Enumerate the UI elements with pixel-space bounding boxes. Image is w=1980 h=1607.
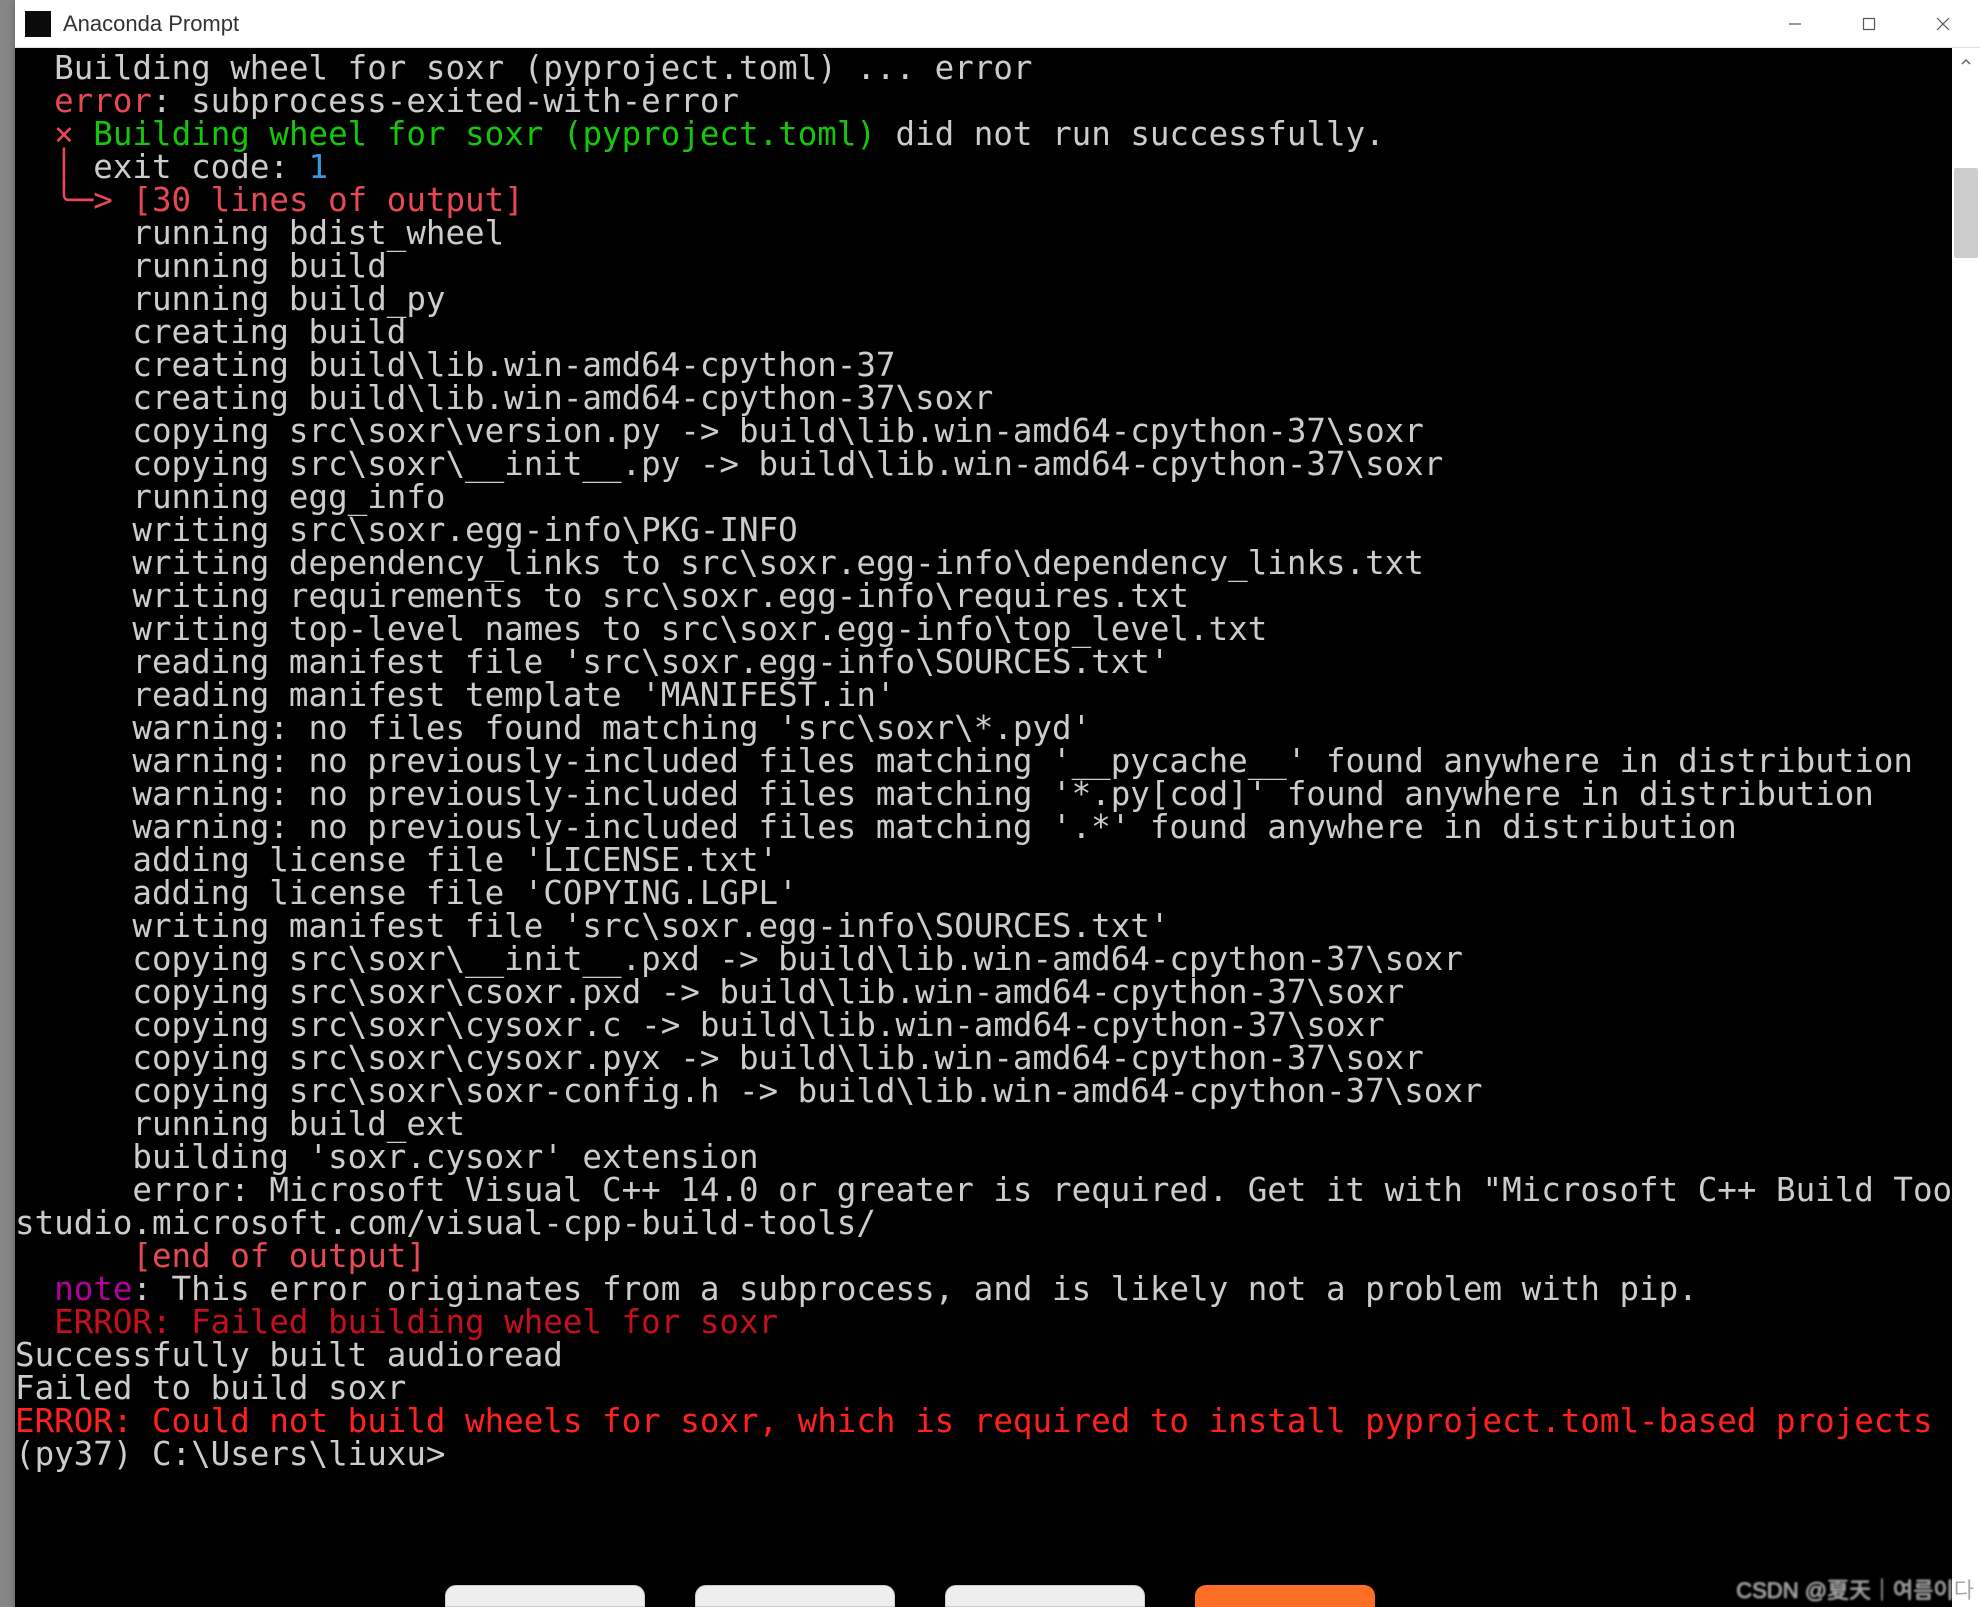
scroll-thumb[interactable] <box>1954 168 1978 258</box>
close-icon <box>1935 16 1951 32</box>
terminal-output[interactable]: Building wheel for soxr (pyproject.toml)… <box>15 48 1952 1607</box>
window-controls <box>1758 0 1980 47</box>
maximize-icon <box>1861 16 1877 32</box>
minimize-icon <box>1787 16 1803 32</box>
window-title: Anaconda Prompt <box>63 11 239 37</box>
maximize-button[interactable] <box>1832 0 1906 47</box>
anaconda-prompt-window: Anaconda Prompt Building wheel for soxr … <box>15 0 1980 1607</box>
app-icon <box>25 11 51 37</box>
scroll-up-arrow[interactable] <box>1952 48 1980 76</box>
minimize-button[interactable] <box>1758 0 1832 47</box>
scrollbar[interactable] <box>1952 48 1980 1607</box>
chevron-up-icon <box>1960 56 1972 68</box>
titlebar[interactable]: Anaconda Prompt <box>15 0 1980 48</box>
close-button[interactable] <box>1906 0 1980 47</box>
watermark: CSDN @夏天｜여름이다 <box>1736 1573 1974 1605</box>
